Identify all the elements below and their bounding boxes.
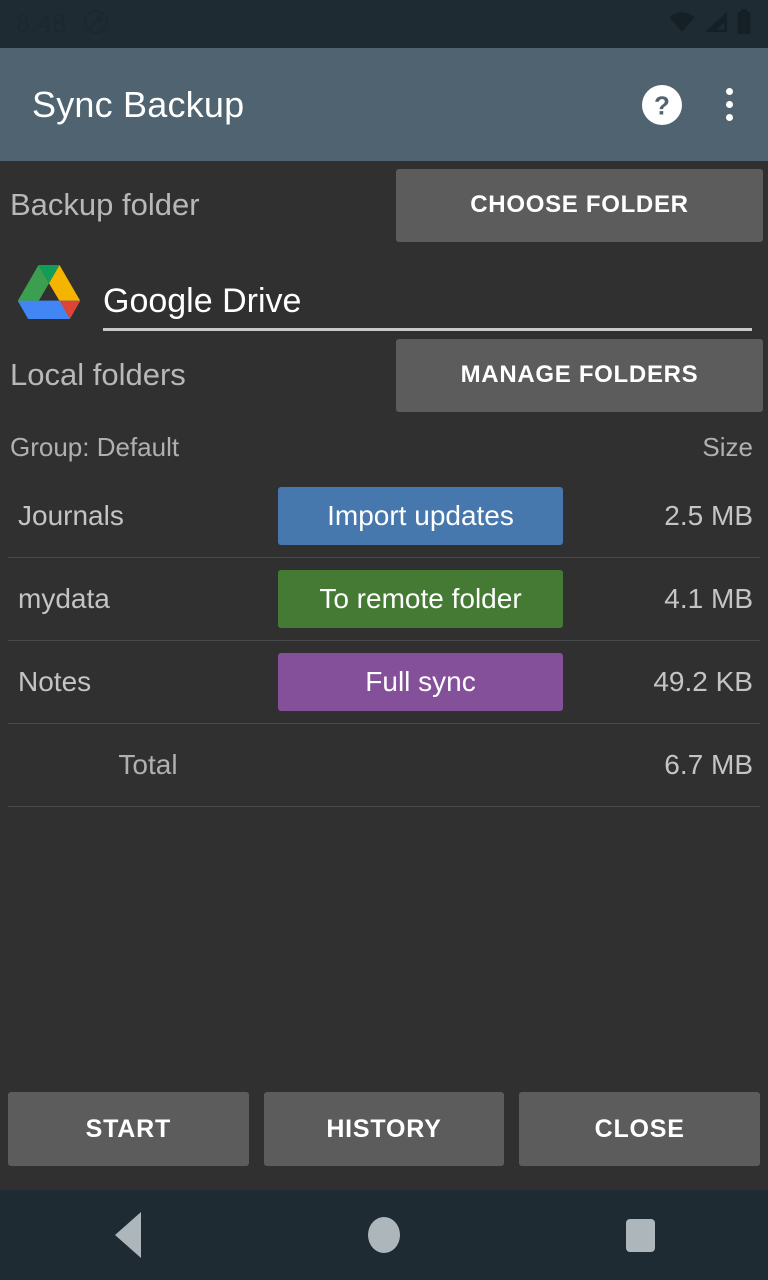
history-button[interactable]: HISTORY <box>263 1092 505 1166</box>
choose-folder-button[interactable]: CHOOSE FOLDER <box>396 168 763 242</box>
close-button[interactable]: CLOSE <box>519 1092 761 1166</box>
svg-text:?: ? <box>654 90 670 120</box>
back-icon[interactable] <box>73 1190 183 1280</box>
total-size: 6.7 MB <box>664 749 753 780</box>
recents-icon[interactable] <box>585 1190 695 1280</box>
table-row[interactable]: Notes Full sync 49.2 KB <box>8 641 760 724</box>
battery-icon <box>736 9 752 40</box>
status-bar-right <box>668 9 752 40</box>
action-bar: Sync Backup ? <box>0 48 768 161</box>
backup-folder-header: Backup folder CHOOSE FOLDER <box>0 161 768 249</box>
action-bar-items: ? <box>640 83 744 127</box>
page-title: Sync Backup <box>32 83 245 125</box>
remote-account-field[interactable]: Google Drive <box>103 284 752 331</box>
remote-account-row[interactable]: Google Drive <box>0 249 768 331</box>
status-bar: 8:48 <box>0 0 768 48</box>
wifi-icon <box>668 11 696 38</box>
overflow-dot <box>725 114 733 121</box>
recents-square <box>625 1218 655 1252</box>
google-drive-icon <box>17 262 81 325</box>
remote-account-name: Google Drive <box>103 282 302 320</box>
local-folders-label: Local folders <box>10 357 186 392</box>
group-label: Group: Default <box>10 431 180 462</box>
manage-folders-button[interactable]: MANAGE FOLDERS <box>396 338 763 412</box>
sync-mode-button[interactable]: Full sync <box>278 653 563 711</box>
folder-name: Notes <box>18 666 92 697</box>
folder-size: 49.2 KB <box>653 666 753 697</box>
home-circle <box>368 1217 400 1253</box>
folder-table: Journals Import updates 2.5 MB mydata To… <box>0 475 768 807</box>
size-column-header: Size <box>702 431 753 462</box>
overflow-dot <box>725 88 733 95</box>
status-clock: 8:48 <box>16 9 67 38</box>
table-row[interactable]: mydata To remote folder 4.1 MB <box>8 558 760 641</box>
overflow-menu-icon[interactable] <box>714 83 744 127</box>
local-folders-header: Local folders MANAGE FOLDERS <box>0 331 768 419</box>
main-content: Backup folder CHOOSE FOLDER Google Drive <box>0 161 768 1092</box>
app-screen: 8:48 Sync Backup ? Backup folder CHOOSE … <box>0 0 768 1280</box>
table-row[interactable]: Journals Import updates 2.5 MB <box>8 475 760 558</box>
cell-signal-icon <box>703 11 729 38</box>
do-not-disturb-icon <box>83 9 109 40</box>
home-icon[interactable] <box>329 1190 439 1280</box>
status-bar-left: 8:48 <box>16 9 109 40</box>
folder-size: 2.5 MB <box>664 500 753 531</box>
folder-name: mydata <box>18 583 110 614</box>
total-label: Total <box>118 749 178 780</box>
backup-folder-label: Backup folder <box>10 187 200 222</box>
overflow-dot <box>725 101 733 108</box>
back-triangle <box>115 1212 141 1258</box>
sync-mode-button[interactable]: To remote folder <box>278 570 563 628</box>
folder-name: Journals <box>18 500 124 531</box>
start-button[interactable]: START <box>8 1092 249 1166</box>
sync-mode-button[interactable]: Import updates <box>278 487 563 545</box>
help-circle-icon[interactable]: ? <box>640 83 684 127</box>
table-row-total: Total 6.7 MB <box>8 724 760 807</box>
folder-size: 4.1 MB <box>664 583 753 614</box>
bottom-action-bar: START HISTORY CLOSE <box>0 1092 768 1166</box>
folder-table-header: Group: Default Size <box>0 419 768 475</box>
system-navigation-bar <box>0 1190 768 1280</box>
